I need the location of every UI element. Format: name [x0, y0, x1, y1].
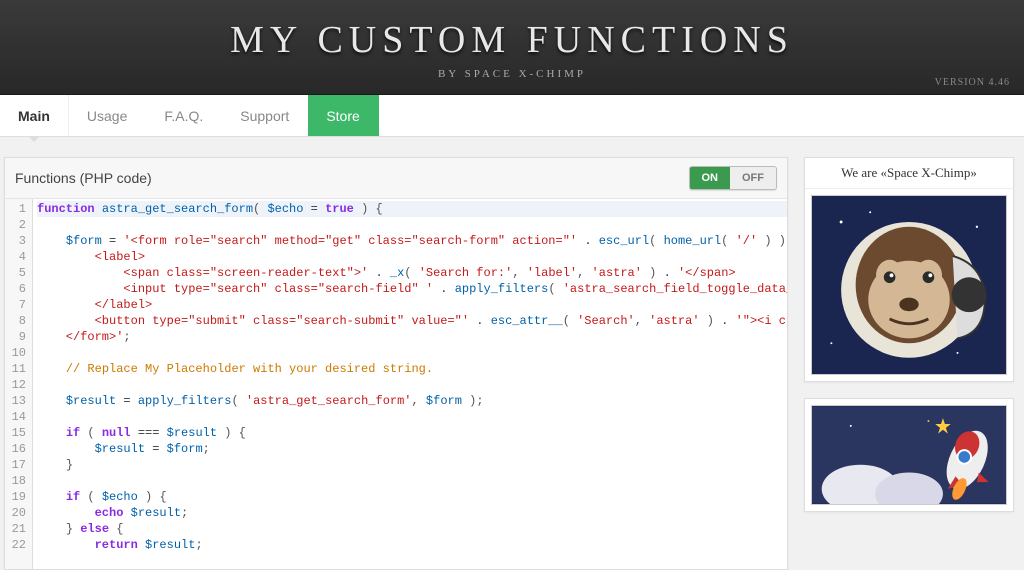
- line-number: 20: [7, 505, 26, 521]
- functions-panel-title: Functions (PHP code): [15, 170, 152, 186]
- code-line[interactable]: [37, 409, 787, 425]
- toggle-off-button[interactable]: OFF: [730, 167, 776, 189]
- code-line[interactable]: }: [37, 457, 787, 473]
- code-line[interactable]: } else {: [37, 521, 787, 537]
- line-number: 17: [7, 457, 26, 473]
- line-number: 16: [7, 441, 26, 457]
- code-line[interactable]: if ( null === $result ) {: [37, 425, 787, 441]
- code-line[interactable]: <label>: [37, 249, 787, 265]
- code-line[interactable]: $result = apply_filters( 'astra_get_sear…: [37, 393, 787, 409]
- code-line[interactable]: </label>: [37, 297, 787, 313]
- line-number: 5: [7, 265, 26, 281]
- code-line[interactable]: [37, 345, 787, 361]
- line-number: 8: [7, 313, 26, 329]
- code-line[interactable]: $form = '<form role="search" method="get…: [37, 233, 787, 249]
- toggle-on-button[interactable]: ON: [690, 167, 731, 189]
- code-line[interactable]: </form>';: [37, 329, 787, 345]
- code-editor[interactable]: 12345678910111213141516171819202122 func…: [5, 199, 787, 569]
- functions-panel: Functions (PHP code) ON OFF 123456789101…: [4, 157, 788, 570]
- rocket-promo-image[interactable]: [811, 405, 1007, 505]
- code-line[interactable]: [37, 377, 787, 393]
- plugin-header: MY CUSTOM FUNCTIONS BY SPACE X-CHIMP VER…: [0, 0, 1024, 95]
- line-number: 6: [7, 281, 26, 297]
- code-line[interactable]: if ( $echo ) {: [37, 489, 787, 505]
- code-line[interactable]: function astra_get_search_form( $echo = …: [37, 201, 787, 217]
- line-number: 4: [7, 249, 26, 265]
- tab-usage[interactable]: Usage: [69, 95, 146, 136]
- chimp-logo-image[interactable]: [811, 195, 1007, 375]
- code-line[interactable]: <input type="search" class="search-field…: [37, 281, 787, 297]
- plugin-version: VERSION 4.46: [935, 77, 1010, 88]
- code-line[interactable]: [37, 473, 787, 489]
- functions-panel-header: Functions (PHP code) ON OFF: [5, 158, 787, 199]
- line-number: 11: [7, 361, 26, 377]
- sidebar-about-title: We are «Space X-Chimp»: [805, 158, 1013, 189]
- tab-main[interactable]: Main: [0, 95, 69, 136]
- code-line[interactable]: $result = $form;: [37, 441, 787, 457]
- code-line[interactable]: <span class="screen-reader-text">' . _x(…: [37, 265, 787, 281]
- enable-toggle[interactable]: ON OFF: [689, 166, 778, 190]
- line-number: 9: [7, 329, 26, 345]
- plugin-title: MY CUSTOM FUNCTIONS: [0, 18, 1024, 62]
- sidebar-promo-panel: [804, 398, 1014, 512]
- line-number: 7: [7, 297, 26, 313]
- code-line[interactable]: return $result;: [37, 537, 787, 553]
- line-number-gutter: 12345678910111213141516171819202122: [5, 199, 33, 569]
- line-number: 2: [7, 217, 26, 233]
- tab-support[interactable]: Support: [222, 95, 308, 136]
- tab-store[interactable]: Store: [308, 95, 378, 136]
- code-line[interactable]: <button type="submit" class="search-subm…: [37, 313, 787, 329]
- line-number: 10: [7, 345, 26, 361]
- line-number: 18: [7, 473, 26, 489]
- tab-bar: MainUsageF.A.Q.SupportStore: [0, 95, 1024, 137]
- code-line[interactable]: echo $result;: [37, 505, 787, 521]
- line-number: 19: [7, 489, 26, 505]
- line-number: 21: [7, 521, 26, 537]
- code-line[interactable]: // Replace My Placeholder with your desi…: [37, 361, 787, 377]
- code-line[interactable]: [37, 217, 787, 233]
- line-number: 3: [7, 233, 26, 249]
- sidebar-about-panel: We are «Space X-Chimp»: [804, 157, 1014, 382]
- tab-faq[interactable]: F.A.Q.: [146, 95, 222, 136]
- line-number: 13: [7, 393, 26, 409]
- code-content[interactable]: function astra_get_search_form( $echo = …: [33, 199, 787, 569]
- plugin-subtitle: BY SPACE X-CHIMP: [0, 68, 1024, 80]
- line-number: 22: [7, 537, 26, 553]
- line-number: 15: [7, 425, 26, 441]
- line-number: 14: [7, 409, 26, 425]
- line-number: 12: [7, 377, 26, 393]
- line-number: 1: [7, 201, 26, 217]
